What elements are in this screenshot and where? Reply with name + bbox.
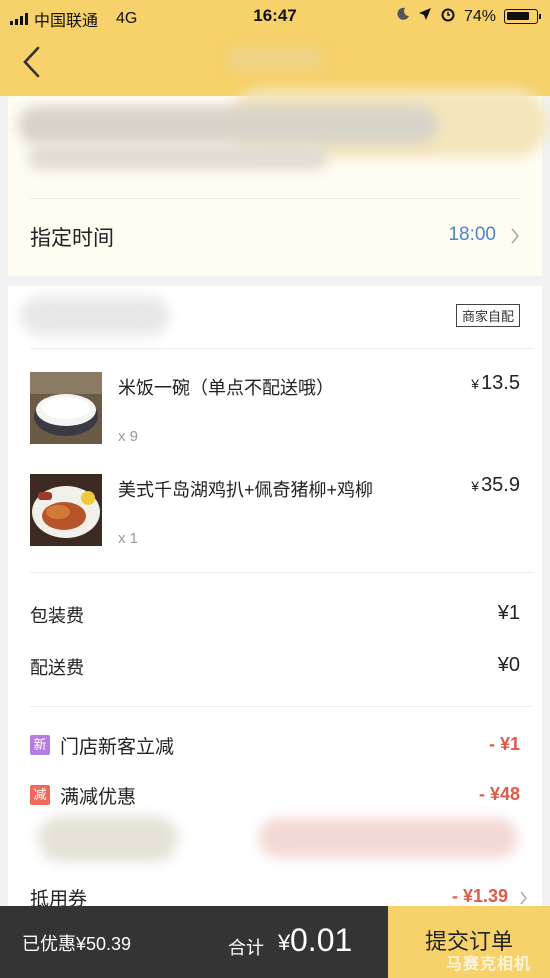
alarm-icon [440,6,456,27]
item-price: ¥13.5 [471,372,520,394]
savings-text: 已优惠¥50.39 [22,934,132,954]
promo-row: 新 门店新客立减 - ¥1 [30,732,520,762]
divider [30,198,520,199]
new-customer-badge: 新 [30,735,50,755]
contact-redacted [28,144,328,170]
item-name: 美式千岛湖鸡扒+佩奇猪柳+鸡柳 [118,480,374,500]
moon-icon [396,7,410,26]
delivery-time-label: 指定时间 [30,227,114,250]
promo-amount: - ¥48 [478,784,520,804]
redacted-promo-row [38,816,518,864]
watermark: 马赛克相机 [446,956,532,973]
item-name: 米饭一碗（单点不配送哦） [118,378,334,398]
item-image-chicken [30,474,102,546]
total-label: 合计 [228,938,264,958]
chevron-left-icon [23,46,40,78]
promo-label: 满减优惠 [60,787,137,808]
currency-symbol: ¥ [471,376,480,392]
address-redacted [18,106,438,144]
currency-symbol: ¥ [471,478,480,494]
status-bar: 中国联通 4G 16:47 74% [0,0,550,32]
delivery-time-value: 18:00 [448,224,496,245]
divider [30,348,532,349]
fee-row: 包装费 ¥1 [30,602,520,632]
item-price: ¥35.9 [471,474,520,496]
delivery-time-row[interactable]: 指定时间 18:00 [30,214,520,260]
header-bar: 中国联通 4G 16:47 74% [0,0,550,96]
delivery-type-badge: 商家自配 [455,304,520,327]
store-name-redacted [20,296,170,336]
fee-amount: ¥1 [497,602,520,624]
fee-label: 配送费 [30,658,84,678]
chevron-right-icon [511,228,520,244]
discount-badge: 减 [30,785,50,805]
item-quantity: x 1 [118,530,139,547]
fee-row: 配送费 ¥0 [30,654,520,684]
battery-percent: 74% [463,7,496,25]
divider [30,706,532,707]
order-item: 米饭一碗（单点不配送哦） x 9 ¥13.5 [30,372,520,452]
item-image-rice [30,372,102,444]
location-arrow-icon [418,7,432,26]
order-card: 商家自配 米饭一碗（单点不配送哦） x 9 ¥13.5 美式千岛湖鸡扒+佩奇猪柳… [8,286,542,910]
total-currency: ¥ [278,930,291,955]
page-title-redacted [228,48,322,70]
coupon-amount: - ¥1.39 [451,886,508,906]
promo-row: 减 满减优惠 - ¥48 [30,782,520,812]
back-button[interactable] [18,44,48,80]
divider [30,572,532,573]
total-amount: 0.01 [290,922,353,958]
fee-label: 包装费 [30,606,84,626]
promo-label: 门店新客立减 [60,737,175,758]
battery-icon [504,9,541,24]
fee-amount: ¥0 [497,654,520,676]
item-quantity: x 9 [118,428,139,445]
chevron-right-icon [520,891,527,905]
promo-amount: - ¥1 [488,734,520,754]
order-item: 美式千岛湖鸡扒+佩奇猪柳+鸡柳 x 1 ¥35.9 [30,474,520,554]
address-card: 指定时间 18:00 [8,88,548,276]
